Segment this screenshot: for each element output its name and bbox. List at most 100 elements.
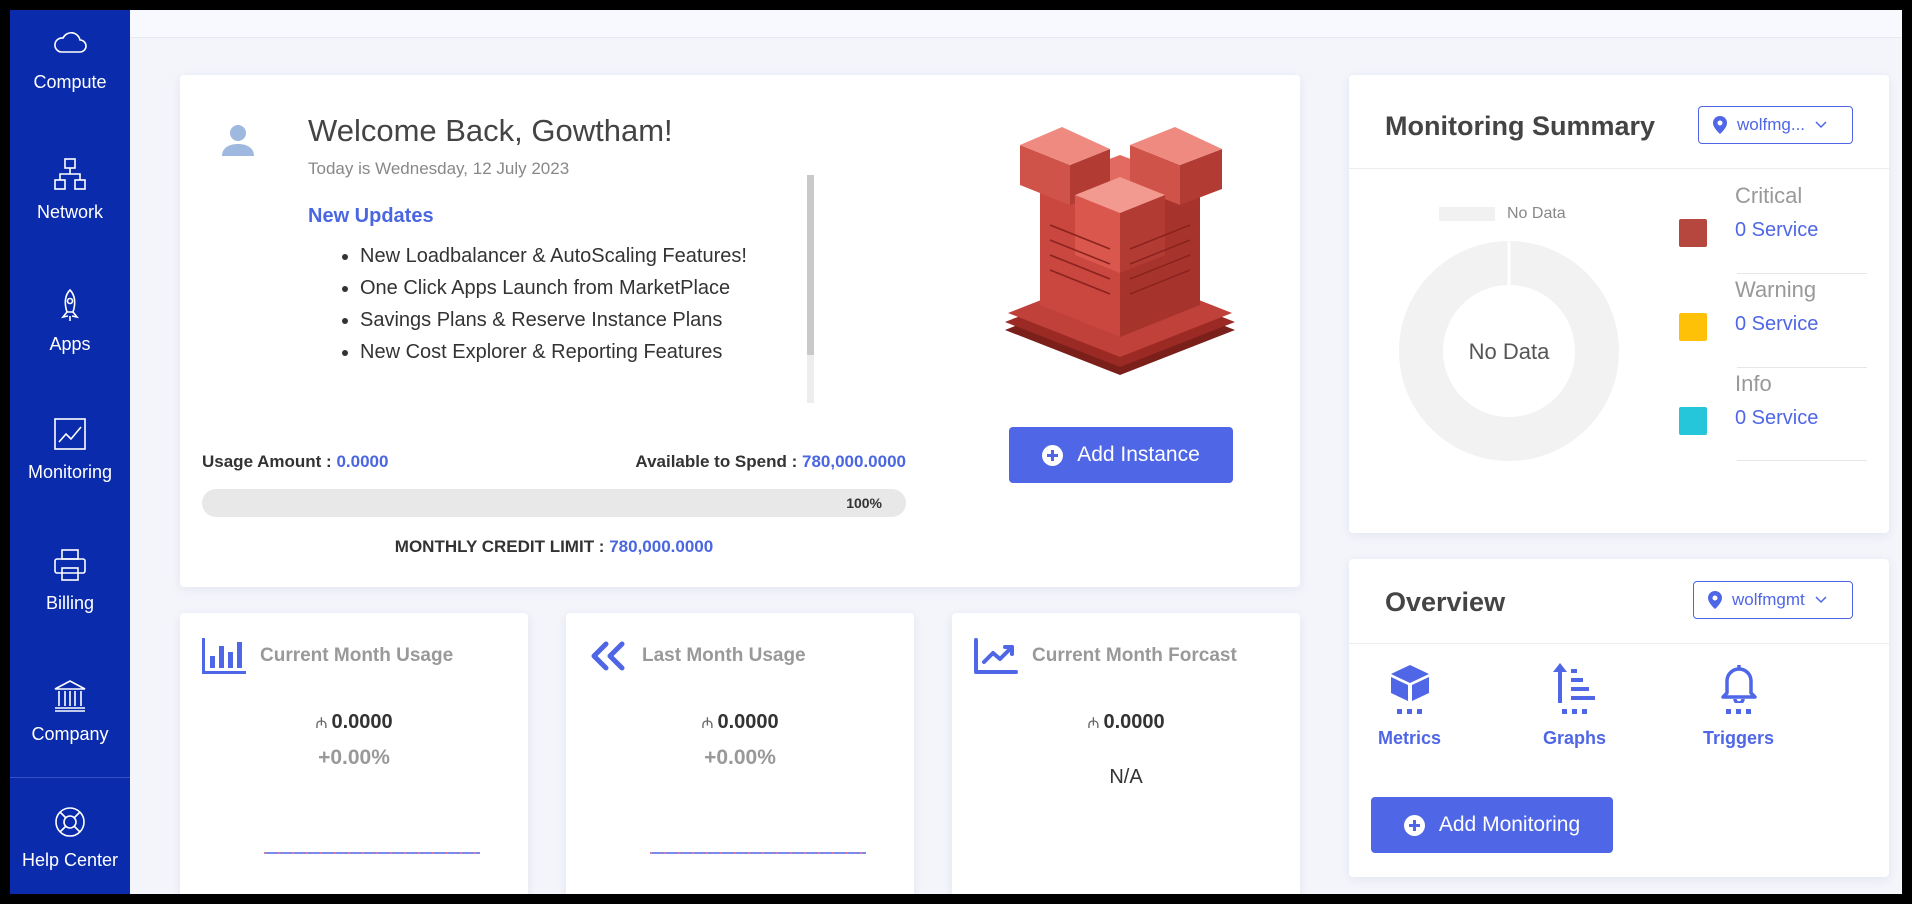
- sidebar-item-label: Monitoring: [27, 462, 113, 482]
- usage-value: 0.0000: [336, 452, 389, 471]
- amount-value: 0.0000: [1103, 711, 1165, 733]
- sidebar-item-label: Billing: [45, 593, 95, 613]
- add-instance-label: Add Instance: [1077, 443, 1200, 466]
- card-title: Current Month Usage: [260, 645, 454, 666]
- credit-label: MONTHLY CREDIT LIMIT :: [394, 537, 605, 556]
- sidebar-item-label: Network: [36, 202, 103, 222]
- overview-triggers[interactable]: Triggers: [1703, 663, 1774, 749]
- legend-swatch: [1439, 207, 1495, 221]
- overview-item-label: Triggers: [1703, 728, 1775, 748]
- bar-chart-icon: [202, 638, 246, 674]
- last-month-usage-card: Last Month Usage ₼ 0.0000 +0.00%: [566, 613, 914, 894]
- card-divider: [1349, 643, 1889, 644]
- monitoring-summary-card: Monitoring Summary wolfmg... No Data No …: [1349, 75, 1889, 533]
- overview-item-label: Metrics: [1378, 728, 1442, 748]
- last-month-change: +0.00%: [704, 746, 776, 769]
- sidebar-item-monitoring[interactable]: Monitoring: [10, 414, 130, 483]
- chart-icon: [54, 418, 86, 450]
- add-monitoring-label: Add Monitoring: [1438, 813, 1581, 836]
- card-header: Current Month Usage: [202, 638, 453, 674]
- sidebar-item-billing[interactable]: Billing: [10, 545, 130, 614]
- map-pin-icon: [1713, 116, 1727, 134]
- usage-amount: Usage Amount : 0.0000: [202, 452, 388, 472]
- user-avatar-icon: [222, 125, 254, 156]
- currency-symbol: ₼: [1087, 715, 1100, 732]
- info-swatch: [1679, 407, 1707, 435]
- credit-progress-bar: 100%: [202, 489, 906, 517]
- lifebuoy-icon: [55, 807, 85, 837]
- server-illustration: [1005, 127, 1235, 375]
- forecast-amount: ₼ 0.0000: [952, 711, 1300, 734]
- list-item: Savings Plans & Reserve Instance Plans: [360, 304, 747, 336]
- location-value: wolfmg...: [1737, 115, 1806, 134]
- amount-value: 0.0000: [717, 711, 779, 733]
- currency-symbol: ₼: [315, 715, 328, 732]
- current-month-forecast-card: Current Month Forcast ₼ 0.0000 N/A: [952, 613, 1300, 894]
- status-service-link[interactable]: 0 Service: [1735, 313, 1818, 336]
- chevron-down-icon: [1815, 596, 1827, 604]
- available-label: Available to Spend :: [635, 452, 798, 471]
- donut-center-text: No Data: [1469, 339, 1550, 364]
- welcome-title: Welcome Back, Gowtham!: [308, 113, 673, 148]
- list-item: New Cost Explorer & Reporting Features: [360, 336, 747, 368]
- trend-chart-icon: [974, 638, 1018, 674]
- cloud-icon: [54, 32, 87, 53]
- last-month-sparkline: [650, 852, 866, 854]
- credit-value: 780,000.0000: [609, 537, 714, 556]
- chart-legend: No Data: [1439, 205, 1566, 223]
- sidebar-item-label: Apps: [49, 334, 91, 354]
- cube-icon: [1390, 665, 1429, 701]
- overview-location-select[interactable]: wolfmgmt: [1693, 581, 1853, 619]
- rocket-icon: [61, 288, 79, 321]
- dots-indicator: [1562, 709, 1588, 714]
- current-month-amount: ₼ 0.0000: [180, 711, 528, 734]
- sidebar-item-compute[interactable]: Compute: [10, 24, 130, 93]
- overview-metrics[interactable]: Metrics: [1378, 663, 1441, 749]
- updates-title: New Updates: [308, 205, 434, 227]
- status-divider: [1737, 460, 1867, 461]
- sidebar-item-label: Company: [31, 724, 109, 744]
- status-info: Info 0 Service: [1679, 371, 1818, 435]
- sidebar-item-company[interactable]: Company: [10, 676, 130, 745]
- card-header: Last Month Usage: [588, 638, 806, 674]
- current-month-sparkline: [264, 852, 480, 854]
- sidebar-item-label: Compute: [33, 72, 107, 92]
- status-critical: Critical 0 Service: [1679, 183, 1818, 247]
- last-month-amount: ₼ 0.0000: [566, 711, 914, 734]
- add-instance-button[interactable]: Add Instance: [1009, 427, 1233, 483]
- legend-label: No Data: [1507, 205, 1566, 222]
- updates-scrollbar[interactable]: [807, 175, 814, 403]
- status-divider: [1737, 273, 1867, 274]
- add-monitoring-button[interactable]: Add Monitoring: [1371, 797, 1613, 853]
- card-divider: [1349, 168, 1889, 169]
- card-title: Last Month Usage: [642, 645, 806, 666]
- status-donut-chart: No Data: [1399, 241, 1619, 461]
- location-select[interactable]: wolfmg...: [1698, 106, 1853, 144]
- sidebar-item-label: Help Center: [21, 850, 119, 870]
- sidebar-item-apps[interactable]: Apps: [10, 286, 130, 355]
- current-month-usage-card: Current Month Usage ₼ 0.0000 +0.00%: [180, 613, 528, 894]
- status-name: Info: [1735, 371, 1772, 396]
- top-bar: [130, 10, 1902, 38]
- status-warning: Warning 0 Service: [1679, 277, 1818, 341]
- updates-list: New Loadbalancer & AutoScaling Features!…: [360, 240, 747, 368]
- status-service-link[interactable]: 0 Service: [1735, 407, 1818, 430]
- warning-swatch: [1679, 313, 1707, 341]
- overview-graphs[interactable]: Graphs: [1543, 663, 1606, 749]
- overview-card: Overview wolfmgmt Metrics Graphs Trigger…: [1349, 559, 1889, 877]
- status-name: Critical: [1735, 183, 1803, 208]
- double-chevron-left-icon: [591, 641, 625, 671]
- status-service-link[interactable]: 0 Service: [1735, 219, 1818, 242]
- location-value: wolfmgmt: [1732, 590, 1805, 609]
- list-item: New Loadbalancer & AutoScaling Features!: [360, 240, 747, 272]
- sidebar-divider: [10, 777, 130, 778]
- current-month-change: +0.00%: [318, 746, 390, 769]
- bank-icon: [54, 680, 86, 712]
- sort-bars-icon: [1552, 663, 1595, 703]
- list-item: One Click Apps Launch from MarketPlace: [360, 272, 747, 304]
- progress-percent: 100%: [846, 495, 882, 511]
- overview-title: Overview: [1385, 587, 1506, 617]
- sidebar-item-help-center[interactable]: Help Center: [10, 802, 130, 871]
- sidebar: Compute Network Apps Monitoring Billing …: [10, 10, 130, 894]
- sidebar-item-network[interactable]: Network: [10, 154, 130, 223]
